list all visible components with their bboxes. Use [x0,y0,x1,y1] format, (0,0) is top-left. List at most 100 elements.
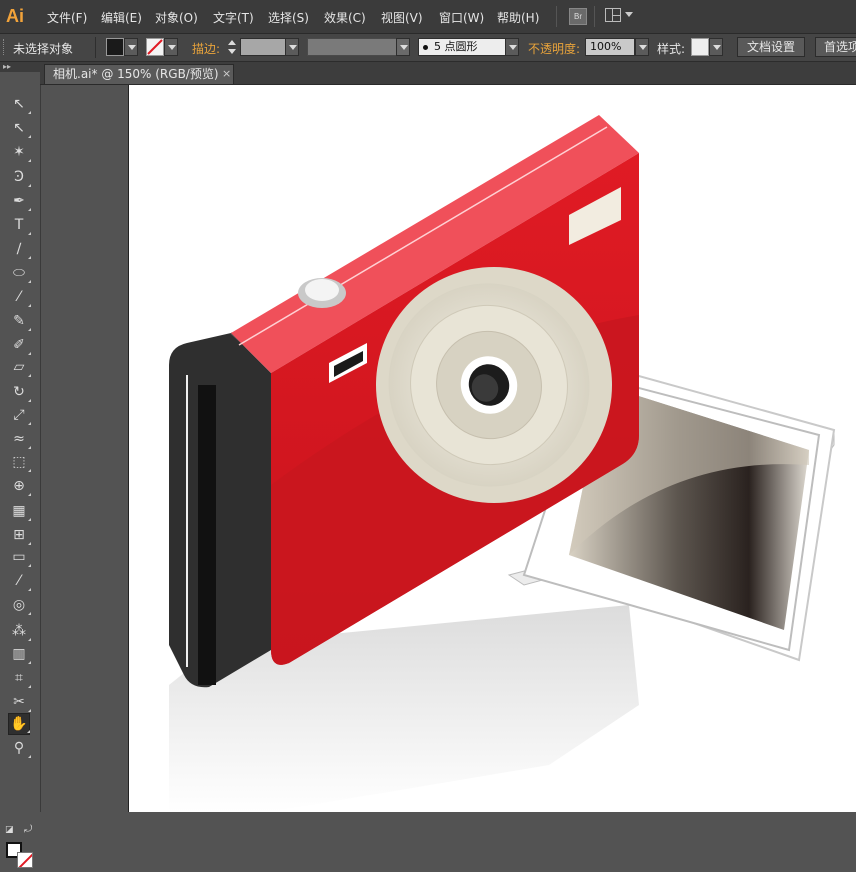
document-tab[interactable]: 相机.ai* @ 150% (RGB/预览) × [44,64,234,84]
tool-flyout-indicator [28,493,31,496]
menu-effect[interactable]: 效果(C) [324,9,366,26]
tool-flyout-indicator [28,374,31,377]
menu-select[interactable]: 选择(S) [268,9,309,26]
tool-flyout-indicator [28,111,31,114]
tool-flyout-indicator [28,352,31,355]
menu-file[interactable]: 文件(F) [47,9,87,26]
camera-illustration[interactable] [129,85,856,812]
selection-tool-icon[interactable]: ↖ [8,93,31,115]
scale-tool-icon[interactable]: ⤢ [8,404,31,426]
width-tool-icon[interactable]: ≈ [8,428,31,450]
perspective-grid-tool-icon[interactable]: ▦ [8,500,31,522]
stroke-weight-dropdown-arrow[interactable] [285,38,299,56]
layout-grid-icon [605,8,621,22]
tool-flyout-indicator [28,518,31,521]
stroke-weight-field[interactable] [240,38,286,56]
magic-wand-tool-icon[interactable]: ✶ [8,141,31,163]
shape-builder-tool-icon[interactable]: ⊕ [8,475,31,497]
workspace-switcher-button[interactable] [605,8,635,23]
default-colors-icon[interactable]: ◪ [5,825,15,835]
opacity-field[interactable]: 100% [585,38,635,56]
opacity-dropdown-arrow[interactable] [635,38,649,56]
menu-edit[interactable]: 编辑(E) [101,9,142,26]
artboard[interactable] [128,85,856,812]
menu-object[interactable]: 对象(O) [155,9,198,26]
tool-flyout-indicator [28,661,31,664]
ellipse-tool-icon[interactable]: ⬭ [8,262,31,284]
tool-flyout-indicator [28,755,31,758]
mesh-tool-icon[interactable]: ⊞ [8,524,31,546]
artboard-tool-icon[interactable]: ⌗ [8,667,31,689]
tool-flyout-indicator [28,232,31,235]
stroke-color-swatch[interactable] [146,38,164,56]
menu-window[interactable]: 窗口(W) [439,9,484,26]
style-dropdown-arrow[interactable] [709,38,723,56]
stroke-dropdown-arrow[interactable] [164,38,178,56]
pencil-tool-icon[interactable]: ✎ [8,310,31,332]
direct-selection-tool-icon[interactable]: ↖ [8,117,31,139]
blend-tool-icon[interactable]: ◎ [8,594,31,616]
document-setup-button[interactable]: 文档设置 [737,37,805,57]
free-transform-tool-icon[interactable]: ⬚ [8,451,31,473]
control-bar: 未选择对象 描边: 5 点圆形 不透明度: 100% 样式: 文档设置 首选项 [0,34,856,62]
preferences-button[interactable]: 首选项 [815,37,856,57]
stroke-swatch[interactable] [17,852,33,868]
stroke-label[interactable]: 描边: [192,40,220,57]
tool-flyout-indicator [28,184,31,187]
close-icon[interactable]: × [222,65,231,83]
gradient-tool-icon[interactable]: ▭ [8,546,31,568]
fill-color-swatch[interactable] [106,38,124,56]
tool-flyout-indicator [28,446,31,449]
fill-stroke-widget[interactable] [6,842,36,872]
brush-dropdown-arrow[interactable] [505,38,519,56]
pen-tool-icon[interactable]: ✒ [8,190,31,212]
brush-definition-value: 5 点圆形 [434,40,478,53]
tool-flyout-indicator [28,422,31,425]
tools-panel-header[interactable]: ▸▸ [0,62,40,72]
line-tool-icon[interactable]: ∕ [8,238,31,260]
tool-flyout-indicator [28,588,31,591]
fill-dropdown-arrow[interactable] [124,38,138,56]
brush-definition-field[interactable]: 5 点圆形 [418,38,506,56]
menu-help[interactable]: 帮助(H) [497,9,539,26]
lasso-tool-icon[interactable]: Ͽ [8,166,31,188]
column-graph-tool-icon[interactable]: ▥ [8,643,31,665]
bridge-button[interactable]: Br [569,8,587,25]
rotate-tool-icon[interactable]: ↻ [8,381,31,403]
zoom-tool-icon[interactable]: ⚲ [8,737,31,759]
camera-left-side [169,332,271,688]
tool-flyout-indicator [28,564,31,567]
tool-flyout-indicator [28,328,31,331]
tool-flyout-indicator [28,612,31,615]
style-label: 样式: [657,42,686,56]
graphic-style-swatch[interactable] [691,38,709,56]
eyedropper-tool-icon[interactable]: ⁄ [8,570,31,592]
tool-flyout-indicator [28,135,31,138]
menu-view[interactable]: 视图(V) [381,9,423,26]
tool-flyout-indicator [27,730,30,733]
stroke-weight-stepper[interactable] [226,38,238,56]
tool-flyout-indicator [28,685,31,688]
menu-bar: Ai 文件(F) 编辑(E) 对象(O) 文字(T) 选择(S) 效果(C) 视… [0,0,856,34]
tool-flyout-indicator [28,638,31,641]
tool-flyout-indicator [28,208,31,211]
tool-flyout-indicator [28,709,31,712]
symbol-sprayer-tool-icon[interactable]: ⁂ [8,620,31,642]
shutter-button-top [305,279,339,301]
type-tool-icon[interactable]: T [8,214,31,236]
menu-type[interactable]: 文字(T) [213,9,254,26]
selection-status: 未选择对象 [13,42,74,56]
eraser-tool-icon[interactable]: ▱ [8,356,31,378]
tool-flyout-indicator [28,159,31,162]
variable-width-profile-field[interactable] [307,38,397,56]
panel-grip[interactable] [3,39,7,55]
slice-tool-icon[interactable]: ✂ [8,691,31,713]
swap-colors-icon[interactable]: ⤾ [24,824,34,835]
blob-brush-tool-icon[interactable]: ✐ [8,334,31,356]
profile-dropdown-arrow[interactable] [396,38,410,56]
paintbrush-tool-icon[interactable]: ⁄ [8,286,31,308]
tool-flyout-indicator [28,469,31,472]
canvas-area[interactable] [41,85,856,812]
hand-tool-icon[interactable]: ✋ [8,713,30,735]
opacity-label[interactable]: 不透明度: [528,40,580,57]
